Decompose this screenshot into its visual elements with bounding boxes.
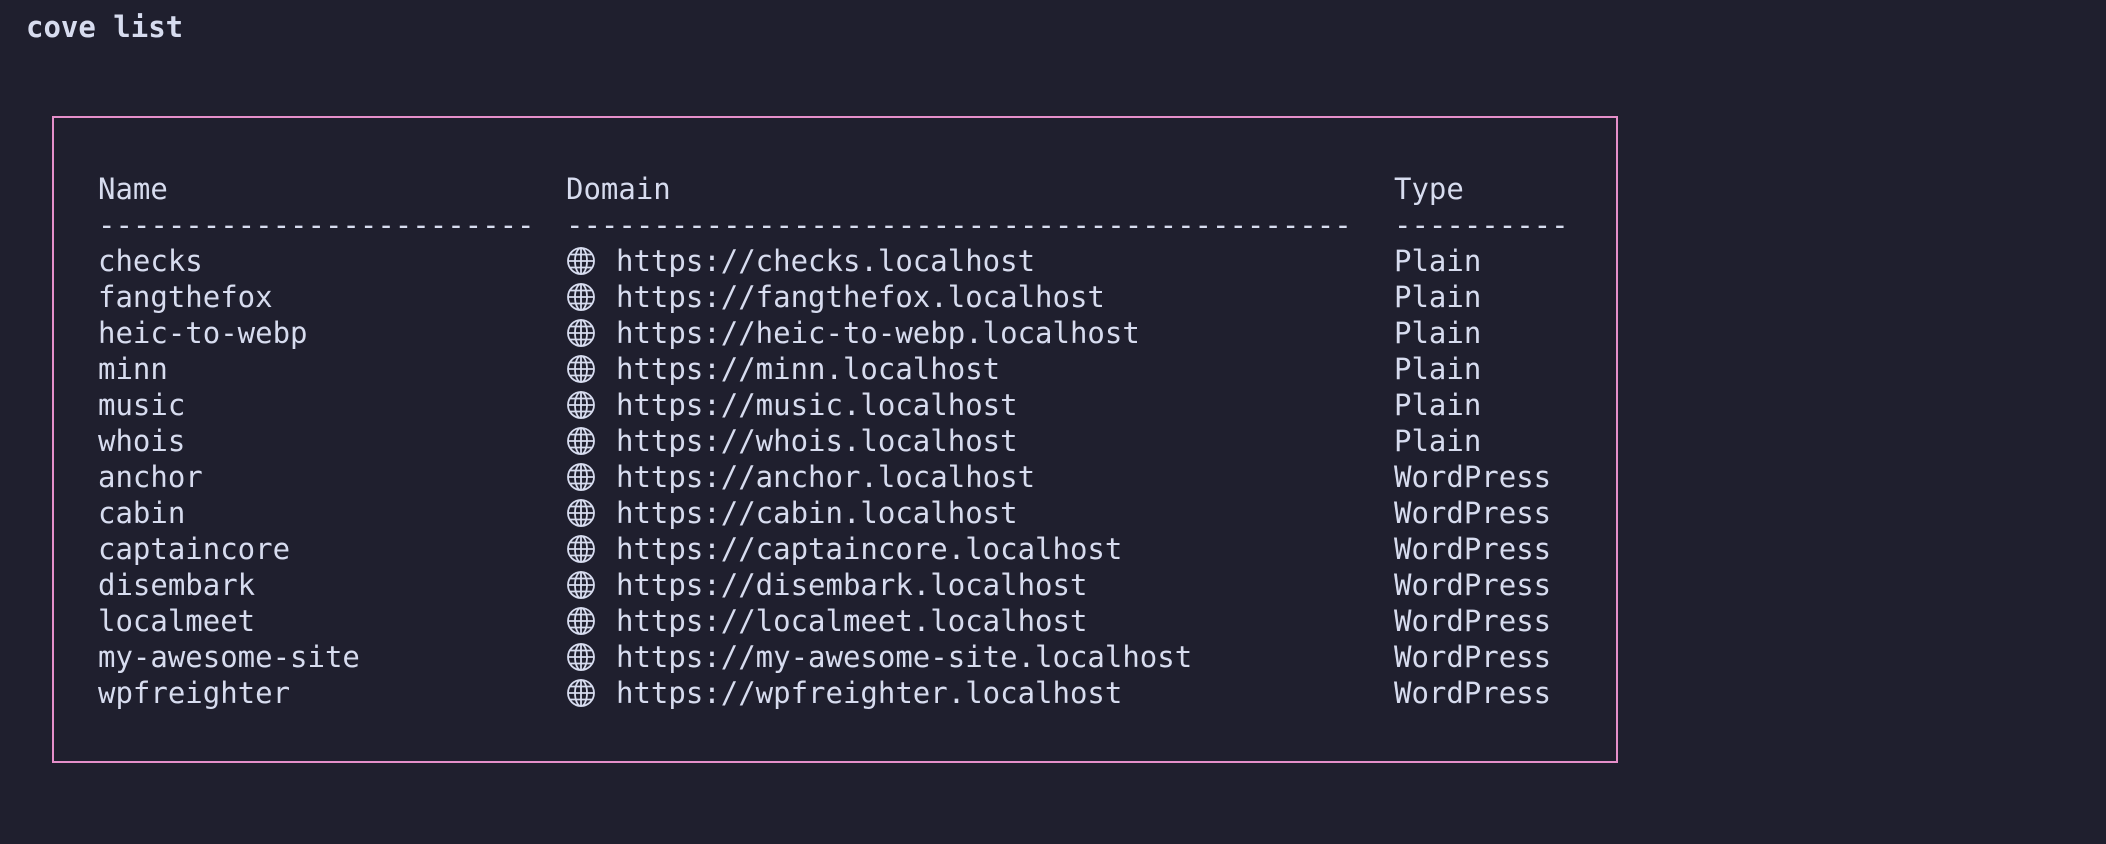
site-type: WordPress <box>1394 604 1552 638</box>
table-body: checks https://checks.localhost Plain fangt… <box>98 243 1551 711</box>
site-name: disembark <box>98 568 256 602</box>
site-url-link[interactable]: https://localmeet.localhost <box>616 603 1087 639</box>
globe-icon <box>566 642 596 672</box>
site-type: Plain <box>1394 244 1482 278</box>
site-type: Plain <box>1394 316 1482 350</box>
site-domain-cell: https://my-awesome-site.localhost <box>566 639 1192 675</box>
table-row: wpfreighter https://wpfreighter.localhost… <box>98 675 1551 711</box>
table-row: checks https://checks.localhost Plain <box>98 243 1481 279</box>
table-row: localmeet https://localmeet.localhost Word… <box>98 603 1551 639</box>
terminal-command: cove list <box>26 10 184 44</box>
site-name: anchor <box>98 460 203 494</box>
globe-icon <box>566 570 596 600</box>
column-header-name: Name <box>98 172 168 206</box>
site-domain-cell: https://fangthefox.localhost <box>566 279 1105 315</box>
site-domain-cell: https://disembark.localhost <box>566 567 1087 603</box>
site-type: Plain <box>1394 280 1482 314</box>
site-url-link[interactable]: https://checks.localhost <box>616 243 1035 279</box>
site-domain-cell: https://localmeet.localhost <box>566 603 1087 639</box>
site-type: WordPress <box>1394 532 1552 566</box>
site-type: Plain <box>1394 424 1482 458</box>
table-row: captaincore https://captaincore.localhost… <box>98 531 1551 567</box>
site-url-link[interactable]: https://heic-to-webp.localhost <box>616 315 1140 351</box>
table-row: minn https://minn.localhost Plain <box>98 351 1481 387</box>
site-name: whois <box>98 424 186 458</box>
site-name: cabin <box>98 496 186 530</box>
site-name: checks <box>98 244 203 278</box>
globe-icon <box>566 354 596 384</box>
site-name: fangthefox <box>98 280 273 314</box>
divider-name: ------------------------- <box>98 208 535 242</box>
site-domain-cell: https://captaincore.localhost <box>566 531 1122 567</box>
site-domain-cell: https://anchor.localhost <box>566 459 1035 495</box>
site-url-link[interactable]: https://minn.localhost <box>616 351 1000 387</box>
site-name: music <box>98 388 186 422</box>
table-row: whois https://whois.localhost Plain <box>98 423 1481 459</box>
table-row: heic-to-webp https://heic-to-webp.localho… <box>98 315 1481 351</box>
site-domain-cell: https://checks.localhost <box>566 243 1035 279</box>
site-url-link[interactable]: https://captaincore.localhost <box>616 531 1122 567</box>
site-url-link[interactable]: https://wpfreighter.localhost <box>616 675 1122 711</box>
divider-domain: ----------------------------------------… <box>566 208 1352 242</box>
table-row: fangthefox https://fangthefox.localhost Pl… <box>98 279 1481 315</box>
site-type: WordPress <box>1394 460 1552 494</box>
site-url-link[interactable]: https://disembark.localhost <box>616 567 1087 603</box>
site-domain-cell: https://wpfreighter.localhost <box>566 675 1122 711</box>
site-name: captaincore <box>98 532 291 566</box>
site-url-link[interactable]: https://whois.localhost <box>616 423 1018 459</box>
site-name: minn <box>98 352 168 386</box>
globe-icon <box>566 246 596 276</box>
site-domain-cell: https://cabin.localhost <box>566 495 1018 531</box>
table-divider-row: ------------------------- --------------… <box>98 207 1569 243</box>
table-header-row: Name Domain Type <box>98 171 1464 207</box>
sites-table: Name Domain Type -----------------------… <box>98 171 1569 711</box>
site-name: wpfreighter <box>98 676 291 710</box>
site-domain-cell: https://whois.localhost <box>566 423 1018 459</box>
globe-icon <box>566 678 596 708</box>
site-type: WordPress <box>1394 676 1552 710</box>
table-row: cabin https://cabin.localhost WordPress <box>98 495 1551 531</box>
globe-icon <box>566 318 596 348</box>
globe-icon <box>566 498 596 528</box>
site-type: WordPress <box>1394 640 1552 674</box>
site-type: Plain <box>1394 388 1482 422</box>
site-url-link[interactable]: https://music.localhost <box>616 387 1018 423</box>
column-header-domain: Domain <box>566 172 671 206</box>
site-type: WordPress <box>1394 568 1552 602</box>
site-url-link[interactable]: https://fangthefox.localhost <box>616 279 1105 315</box>
globe-icon <box>566 282 596 312</box>
table-row: my-awesome-site https://my-awesome-site.l… <box>98 639 1551 675</box>
column-header-type: Type <box>1394 172 1464 206</box>
site-domain-cell: https://music.localhost <box>566 387 1018 423</box>
site-name: heic-to-webp <box>98 316 308 350</box>
site-url-link[interactable]: https://cabin.localhost <box>616 495 1018 531</box>
globe-icon <box>566 534 596 564</box>
site-type: WordPress <box>1394 496 1552 530</box>
site-domain-cell: https://minn.localhost <box>566 351 1000 387</box>
site-name: my-awesome-site <box>98 640 360 674</box>
table-row: disembark https://disembark.localhost Word… <box>98 567 1551 603</box>
globe-icon <box>566 390 596 420</box>
table-row: anchor https://anchor.localhost WordPress <box>98 459 1551 495</box>
site-name: localmeet <box>98 604 256 638</box>
globe-icon <box>566 462 596 492</box>
globe-icon <box>566 426 596 456</box>
globe-icon <box>566 606 596 636</box>
site-url-link[interactable]: https://my-awesome-site.localhost <box>616 639 1192 675</box>
site-domain-cell: https://heic-to-webp.localhost <box>566 315 1140 351</box>
divider-type: ---------- <box>1394 208 1569 242</box>
site-type: Plain <box>1394 352 1482 386</box>
table-row: music https://music.localhost Plain <box>98 387 1481 423</box>
site-url-link[interactable]: https://anchor.localhost <box>616 459 1035 495</box>
